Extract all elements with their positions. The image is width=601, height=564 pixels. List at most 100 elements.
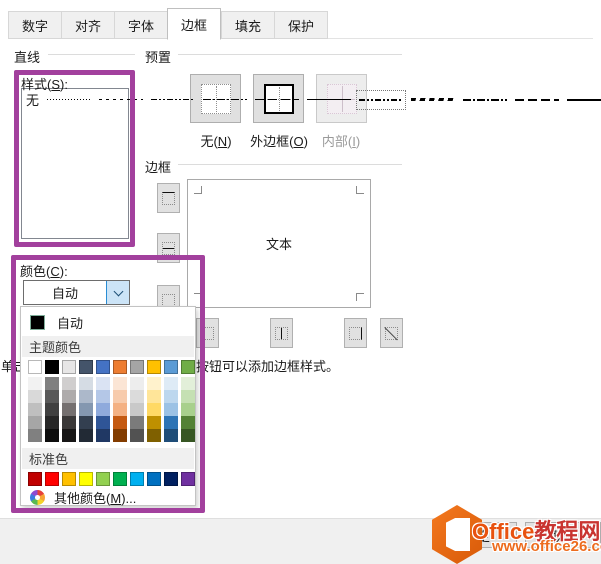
color-swatch[interactable] [164,472,178,486]
color-swatch[interactable] [181,360,195,374]
color-swatch[interactable] [164,390,178,403]
inner-vertical-border-button[interactable] [270,318,293,348]
color-swatch[interactable] [96,472,110,486]
color-swatch[interactable] [113,416,127,429]
color-swatch[interactable] [45,377,59,390]
color-swatch[interactable] [147,360,161,374]
color-swatch[interactable] [181,403,195,416]
color-swatch[interactable] [79,377,93,390]
color-swatch[interactable] [181,377,195,390]
color-swatch[interactable] [164,377,178,390]
color-swatch[interactable] [113,377,127,390]
line-style-dash-dot-dot[interactable] [147,89,199,111]
color-swatch[interactable] [62,472,76,486]
color-swatch[interactable] [113,472,127,486]
color-swatch[interactable] [62,390,76,403]
color-option-automatic[interactable]: 自动 [21,310,195,335]
more-colors-item[interactable]: 其他颜色(M)... [21,488,195,506]
color-swatch[interactable] [164,403,178,416]
color-swatch[interactable] [96,360,110,374]
diagonal-down-border-button[interactable] [380,318,403,348]
color-swatch[interactable] [45,429,59,442]
color-swatch[interactable] [147,403,161,416]
color-swatch[interactable] [28,390,42,403]
color-swatch[interactable] [28,416,42,429]
color-swatch[interactable] [45,360,59,374]
color-combobox-arrow[interactable] [106,281,129,304]
tab-font[interactable]: 字体 [114,11,168,39]
color-swatch[interactable] [79,360,93,374]
color-swatch[interactable] [96,416,110,429]
tab-protection[interactable]: 保护 [274,11,328,39]
color-swatch[interactable] [79,429,93,442]
inner-horizontal-border-button[interactable] [157,233,180,263]
color-swatch[interactable] [113,390,127,403]
color-swatch[interactable] [79,416,93,429]
line-style-medium-dashed[interactable] [511,89,563,111]
right-border-button[interactable] [344,318,367,348]
color-swatch[interactable] [147,472,161,486]
color-swatch[interactable] [147,429,161,442]
tab-alignment[interactable]: 对齐 [61,11,115,39]
color-swatch[interactable] [96,403,110,416]
color-swatch[interactable] [164,429,178,442]
color-swatch[interactable] [62,429,76,442]
line-style-dash-dot[interactable] [199,89,251,111]
color-swatch[interactable] [28,429,42,442]
color-swatch[interactable] [96,390,110,403]
color-swatch[interactable] [147,377,161,390]
line-style-dashed[interactable] [251,89,303,111]
color-swatch[interactable] [181,390,195,403]
border-preview[interactable]: 文本 [187,179,371,308]
color-swatch[interactable] [147,416,161,429]
line-style-medium-dash-dot[interactable] [459,89,511,111]
line-style-medium-dash-dot-dot[interactable] [355,89,407,111]
line-style-medium-solid[interactable] [563,89,601,111]
color-swatch[interactable] [45,416,59,429]
color-swatch[interactable] [45,403,59,416]
cancel-button[interactable]: 取消 [525,522,601,548]
tab-border[interactable]: 边框 [167,8,221,40]
color-swatch[interactable] [28,403,42,416]
color-combobox[interactable]: 自动 [23,280,130,305]
color-swatch[interactable] [130,360,144,374]
color-swatch[interactable] [28,472,42,486]
color-swatch[interactable] [113,429,127,442]
color-swatch[interactable] [130,377,144,390]
line-style-list[interactable]: 无 [21,88,601,239]
color-swatch[interactable] [96,429,110,442]
color-swatch[interactable] [130,390,144,403]
color-swatch[interactable] [130,429,144,442]
color-swatch[interactable] [45,390,59,403]
color-swatch[interactable] [181,472,195,486]
color-swatch[interactable] [28,377,42,390]
color-swatch[interactable] [130,403,144,416]
color-swatch[interactable] [113,360,127,374]
color-swatch[interactable] [79,390,93,403]
ok-button[interactable]: 确定 [437,522,517,548]
color-swatch[interactable] [45,472,59,486]
color-swatch[interactable] [147,390,161,403]
color-swatch[interactable] [130,472,144,486]
top-border-button[interactable] [157,183,180,213]
tab-fill[interactable]: 填充 [221,11,275,39]
color-swatch[interactable] [164,360,178,374]
color-swatch[interactable] [62,403,76,416]
line-style-dotted[interactable] [95,89,147,111]
line-style-slanted-dash-dot[interactable] [407,89,459,111]
tab-number[interactable]: 数字 [8,11,62,39]
color-swatch[interactable] [28,360,42,374]
color-swatch[interactable] [62,377,76,390]
color-swatch[interactable] [96,377,110,390]
color-swatch[interactable] [62,360,76,374]
color-swatch[interactable] [130,416,144,429]
color-swatch[interactable] [113,403,127,416]
color-swatch[interactable] [181,416,195,429]
color-swatch[interactable] [62,416,76,429]
left-border-button[interactable] [196,318,219,348]
color-swatch[interactable] [164,416,178,429]
color-swatch[interactable] [79,403,93,416]
line-style-thin-solid[interactable] [303,89,355,111]
color-swatch[interactable] [79,472,93,486]
color-swatch[interactable] [181,429,195,442]
